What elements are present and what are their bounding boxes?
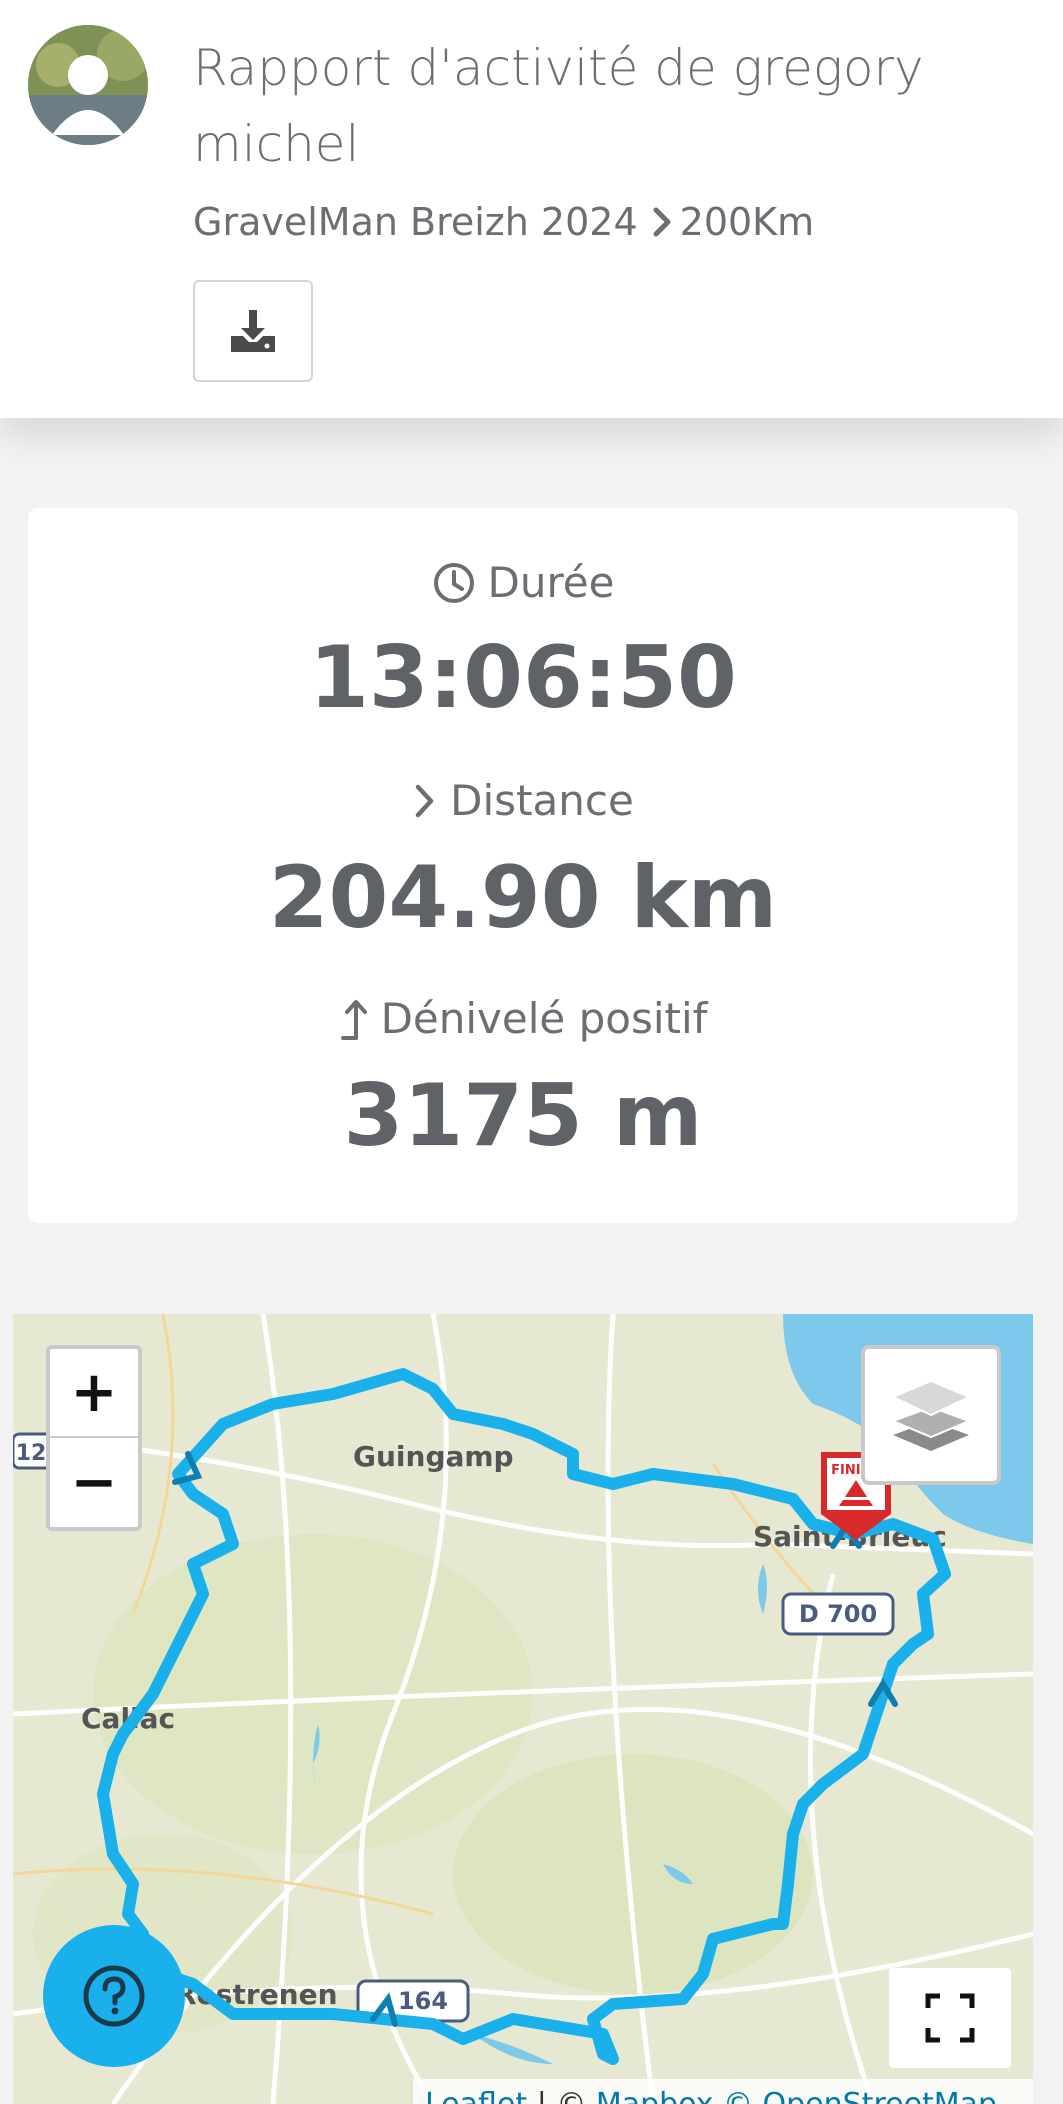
avatar[interactable] — [28, 25, 148, 145]
duration-label-row: Durée — [28, 558, 1018, 607]
road-label-n164: 164 — [398, 1987, 448, 2015]
download-button[interactable] — [193, 280, 313, 382]
layers-button[interactable] — [861, 1345, 1001, 1485]
breadcrumb-event[interactable]: GravelMan Breizh 2024 — [193, 200, 638, 244]
chevron-right-icon — [653, 207, 671, 237]
distance-label: Distance — [450, 776, 634, 825]
zoom-in-button[interactable]: + — [50, 1349, 138, 1438]
map-attribution: Leaflet | © Mapbox © OpenStreetMap — [413, 2079, 1033, 2104]
duration-label: Durée — [487, 558, 615, 607]
leaflet-link[interactable]: Leaflet — [425, 2087, 527, 2104]
download-icon — [231, 310, 275, 352]
breadcrumb-race[interactable]: 200Km — [680, 200, 814, 244]
road-label-12: 12 — [16, 1441, 47, 1466]
page-header: Rapport d'activité de gregory michel Gra… — [0, 0, 1063, 418]
layers-icon — [890, 1379, 972, 1451]
place-guingamp: Guingamp — [353, 1440, 514, 1473]
arrow-up-icon — [340, 999, 367, 1040]
elevation-value: 3175 m — [343, 1066, 703, 1166]
elevation-label-row: Dénivelé positif — [28, 994, 1018, 1043]
chevron-right-icon — [415, 784, 434, 817]
duration-value: 13:06:50 — [309, 628, 737, 728]
distance-label-row: Distance — [28, 776, 1018, 825]
zoom-control: + − — [46, 1345, 142, 1531]
elevation-label: Dénivelé positif — [380, 994, 708, 1043]
breadcrumb: GravelMan Breizh 2024 200Km — [193, 198, 814, 246]
page-title: Rapport d'activité de gregory michel — [193, 39, 924, 173]
osm-link[interactable]: © OpenStreetMap — [723, 2087, 997, 2104]
help-button[interactable] — [43, 1925, 185, 2067]
fullscreen-button[interactable] — [889, 1968, 1011, 2068]
activity-stats-card: Durée 13:06:50 Distance 204.90 km Dénive… — [28, 508, 1018, 1223]
clock-icon — [433, 562, 474, 603]
road-label-d700: D 700 — [799, 1600, 877, 1628]
distance-value: 204.90 km — [268, 848, 778, 948]
attribution-separator: | © — [527, 2087, 596, 2104]
zoom-out-button[interactable]: − — [50, 1438, 138, 1527]
question-icon — [83, 1965, 145, 2027]
mapbox-link[interactable]: Mapbox — [596, 2087, 714, 2104]
fullscreen-icon — [925, 1993, 975, 2043]
